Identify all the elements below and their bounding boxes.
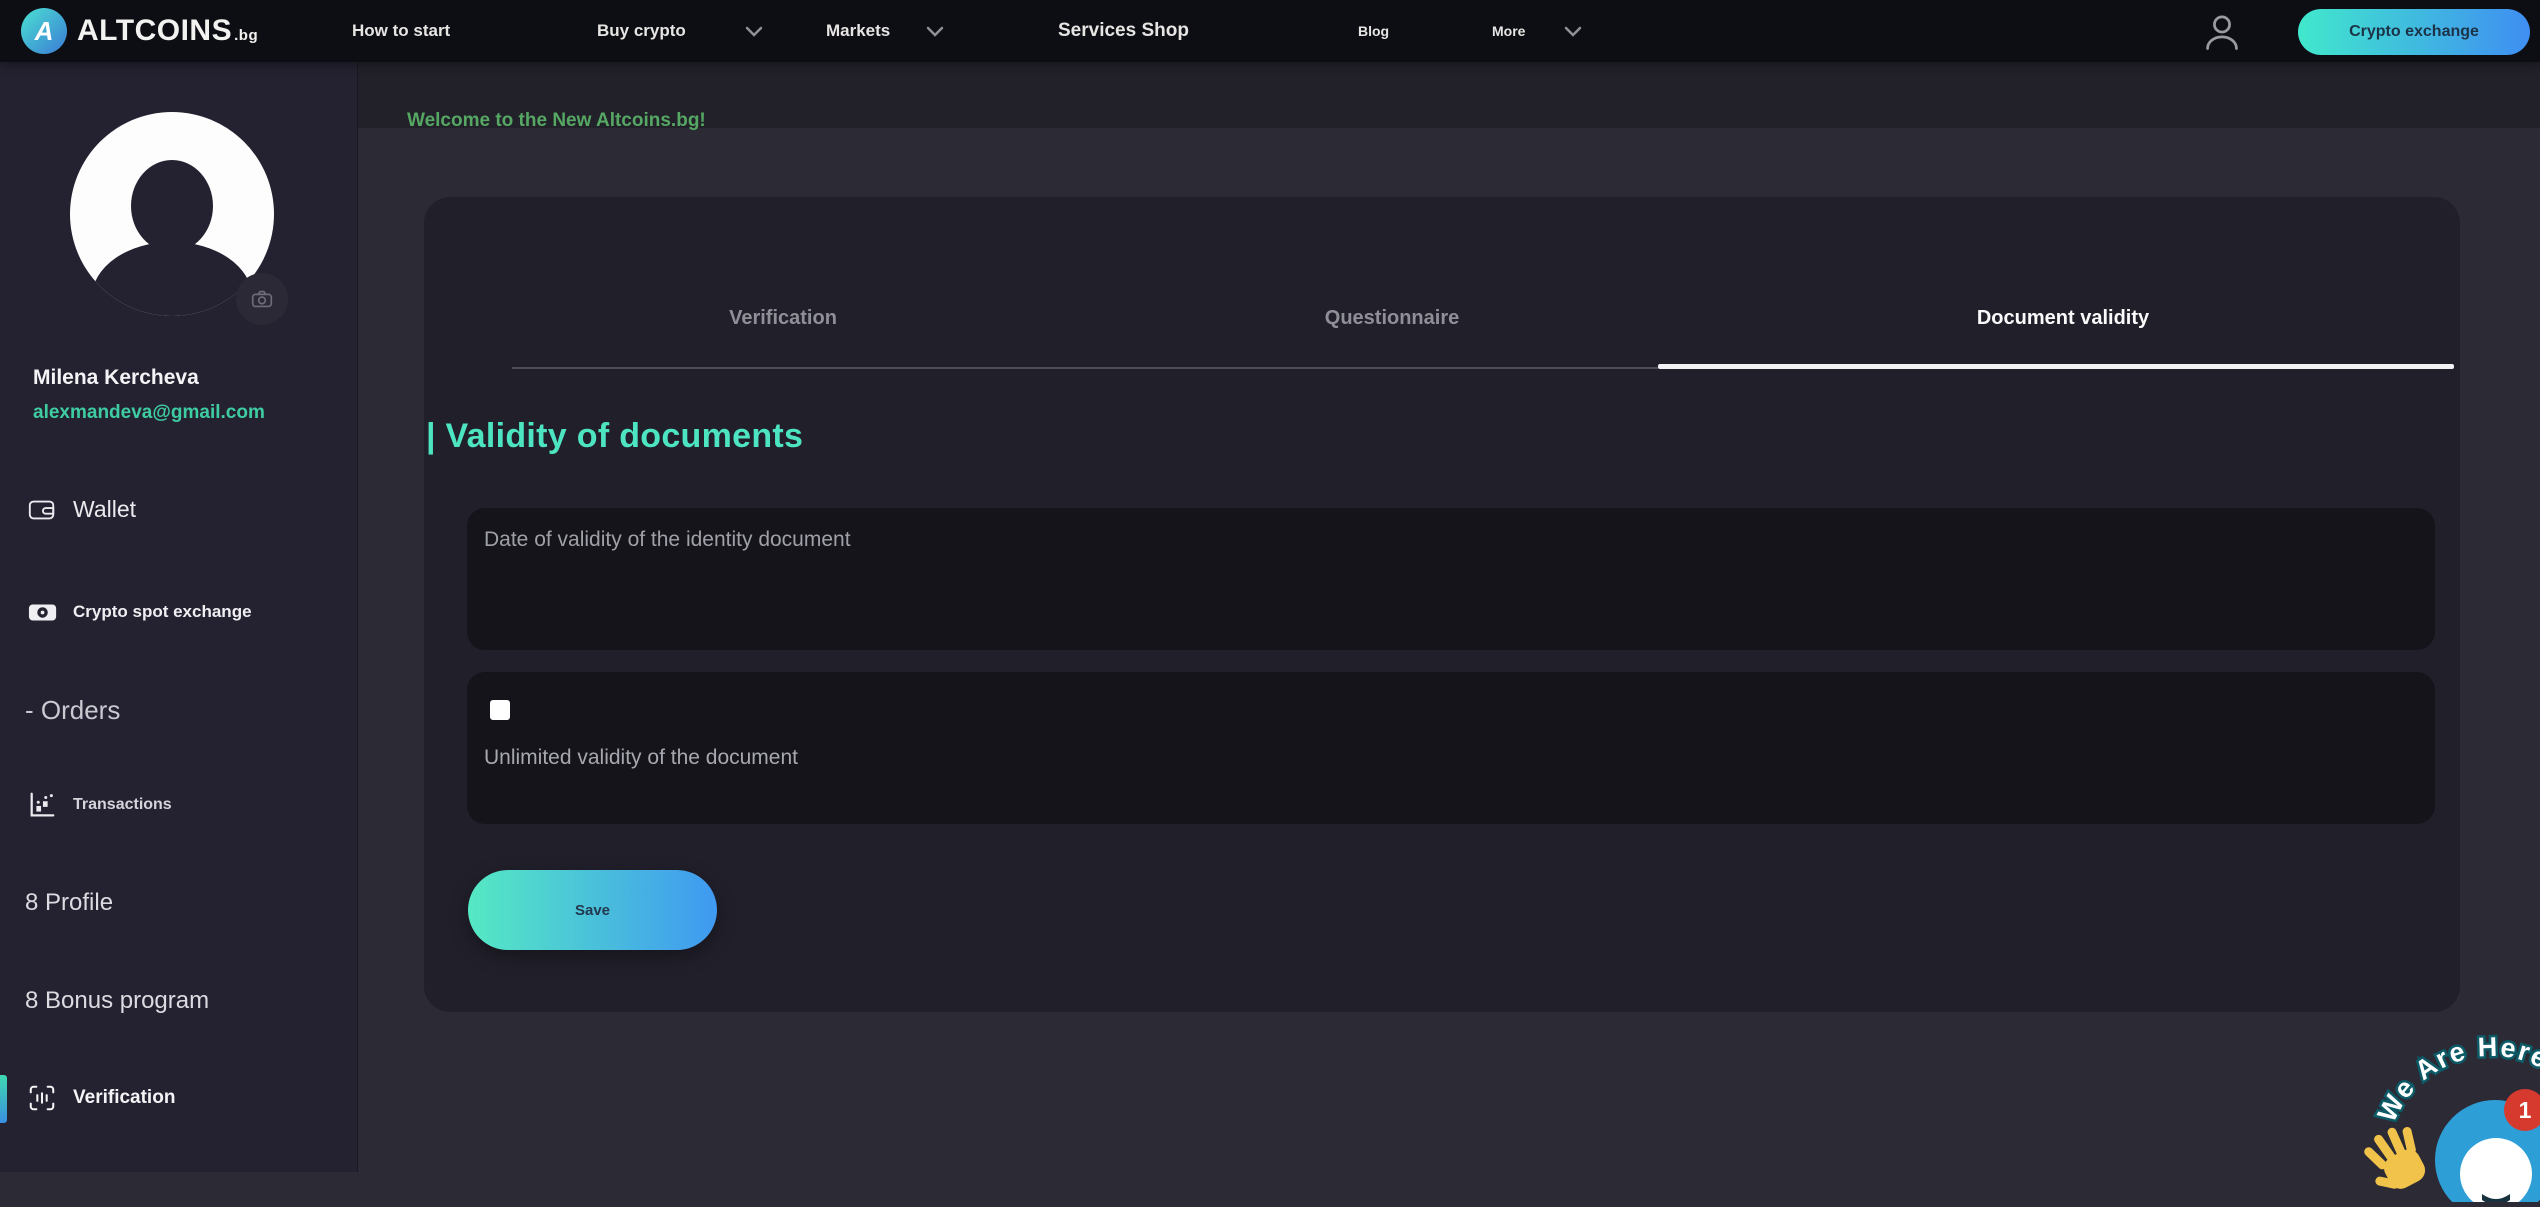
unlimited-validity-field: Unlimited validity of the document <box>467 672 2435 824</box>
camera-icon[interactable] <box>236 273 288 325</box>
tab-underline-active <box>1658 364 2454 369</box>
sidebar-item-label: Verification <box>73 1087 175 1109</box>
user-email: alexmandeva@gmail.com <box>33 402 265 424</box>
sidebar-item-label: Wallet <box>73 496 136 523</box>
user-name: Milena Kercheva <box>33 366 199 390</box>
chevron-down-icon[interactable] <box>1563 26 1583 38</box>
chevron-down-icon[interactable] <box>925 26 945 38</box>
main-content: Welcome to the New Altcoins.bg! Verifica… <box>358 62 2540 1172</box>
chat-widget[interactable]: 1 We Are Here <box>2320 1002 2540 1202</box>
logo-letter: A <box>35 16 54 47</box>
active-item-indicator <box>0 1075 7 1123</box>
nav-services-shop[interactable]: Services Shop <box>1058 0 1189 62</box>
account-person-icon[interactable] <box>2200 10 2244 54</box>
avatar <box>70 112 274 316</box>
sidebar-item-transactions[interactable]: Transactions <box>0 783 358 827</box>
top-nav-bar: A ALTCOINS.bg How to start Buy crypto Ma… <box>0 0 2540 62</box>
nav-blog[interactable]: Blog <box>1358 0 1389 62</box>
tab-verification[interactable]: Verification <box>729 307 837 330</box>
sidebar-item-label: 8 Bonus program <box>25 987 209 1015</box>
sidebar-item-label: Crypto spot exchange <box>73 602 252 622</box>
date-validity-field <box>467 508 2435 650</box>
brand-name-text: ALTCOINS <box>77 14 232 48</box>
nav-how-to-start[interactable]: How to start <box>352 0 450 62</box>
face-scan-icon <box>27 1083 59 1113</box>
altcoins-logo-icon: A <box>21 8 67 54</box>
nav-markets[interactable]: Markets <box>826 0 890 62</box>
save-button[interactable]: Save <box>468 870 717 950</box>
crypto-exchange-button[interactable]: Crypto exchange <box>2298 9 2530 55</box>
brand-name: ALTCOINS.bg <box>77 14 258 48</box>
chevron-down-icon[interactable] <box>744 26 764 38</box>
section-title: | Validity of documents <box>426 417 803 456</box>
sidebar-item-label: Transactions <box>73 796 172 814</box>
sidebar-item-profile[interactable]: 8 Profile <box>0 881 358 925</box>
brand-tld: .bg <box>234 27 258 44</box>
sidebar-item-crypto-spot-exchange[interactable]: Crypto spot exchange <box>0 590 358 634</box>
nav-buy-crypto[interactable]: Buy crypto <box>597 0 686 62</box>
sidebar-item-wallet[interactable]: Wallet <box>0 487 358 531</box>
welcome-message: Welcome to the New Altcoins.bg! <box>407 110 706 132</box>
brand-logo[interactable]: A ALTCOINS.bg <box>21 8 258 54</box>
sidebar-item-label: 8 Profile <box>25 889 113 917</box>
sidebar-item-orders[interactable]: - Orders <box>0 688 358 732</box>
date-validity-input[interactable] <box>467 508 2435 650</box>
sidebar-item-label: - Orders <box>25 695 120 726</box>
sidebar-item-verification[interactable]: Verification <box>0 1076 358 1120</box>
banknote-eye-icon <box>27 597 59 627</box>
chart-icon <box>27 790 59 820</box>
verification-card: Verification Questionnaire Document vali… <box>424 197 2460 1012</box>
wallet-icon <box>27 494 59 524</box>
unlimited-validity-checkbox[interactable] <box>490 700 510 720</box>
tab-document-validity[interactable]: Document validity <box>1977 307 2149 330</box>
waving-hand-icon <box>2354 1119 2435 1200</box>
tab-underline-inactive <box>512 367 1658 369</box>
nav-more[interactable]: More <box>1492 0 1525 62</box>
unlimited-validity-label[interactable]: Unlimited validity of the document <box>484 746 798 770</box>
tab-questionnaire[interactable]: Questionnaire <box>1325 307 1459 330</box>
sidebar-item-bonus-program[interactable]: 8 Bonus program <box>0 979 358 1023</box>
sidebar: Milena Kercheva alexmandeva@gmail.com Wa… <box>0 62 358 1172</box>
notification-count: 1 <box>2519 1097 2532 1123</box>
